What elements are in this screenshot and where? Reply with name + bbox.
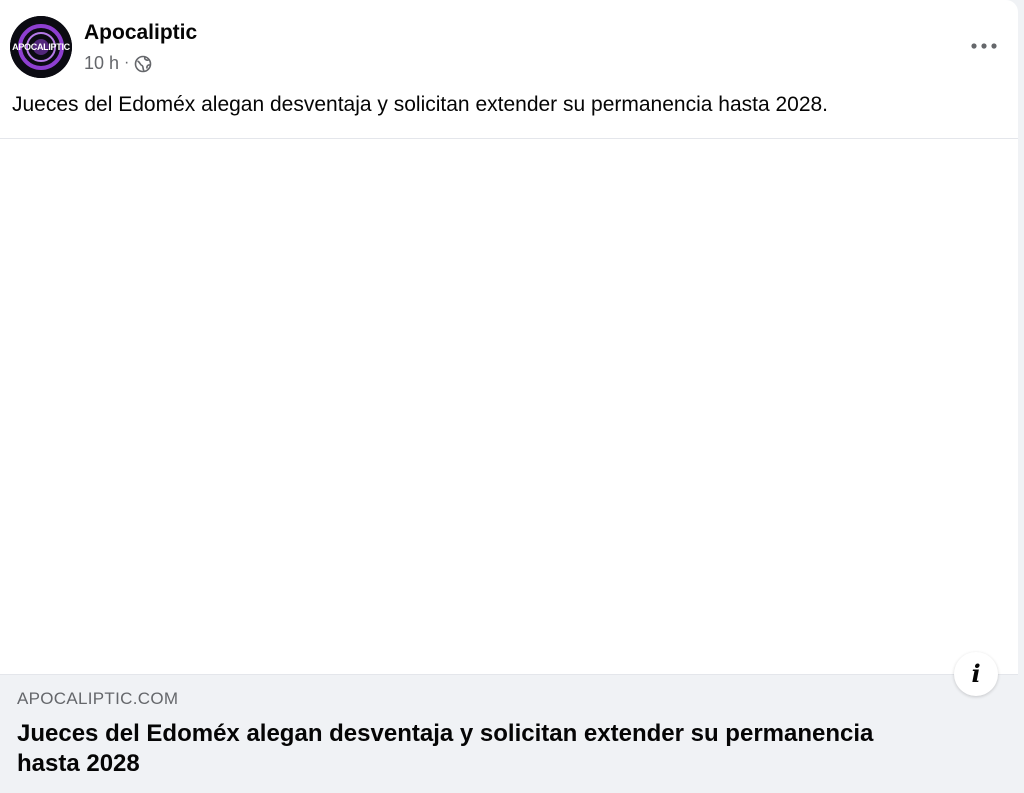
- avatar[interactable]: APOCALIPTIC: [10, 16, 72, 78]
- page-name[interactable]: Apocaliptic: [84, 20, 197, 46]
- post-card: APOCALIPTIC Apocaliptic 10 h · Jueces de…: [0, 0, 1018, 793]
- more-horizontal-icon: [971, 43, 997, 49]
- timestamp[interactable]: 10 h: [84, 52, 119, 74]
- page-background-strip: [1018, 0, 1024, 793]
- info-button[interactable]: i: [954, 652, 998, 696]
- link-preview[interactable]: APOCALIPTIC.COM Jueces del Edoméx alegan…: [0, 139, 1018, 793]
- link-title[interactable]: Jueces del Edoméx alegan desventaja y so…: [17, 719, 937, 779]
- globe-icon[interactable]: [134, 55, 152, 73]
- meta-separator: ·: [124, 54, 130, 71]
- link-preview-image[interactable]: [0, 139, 1018, 674]
- post-text: Jueces del Edoméx alegan desventaja y so…: [12, 93, 829, 116]
- more-options-button[interactable]: [966, 32, 1002, 60]
- post-meta: 10 h ·: [84, 52, 152, 74]
- info-icon: i: [971, 659, 981, 688]
- avatar-logo-text: APOCALIPTIC: [12, 42, 71, 52]
- link-preview-caption[interactable]: APOCALIPTIC.COM Jueces del Edoméx alegan…: [0, 674, 1018, 793]
- link-domain: APOCALIPTIC.COM: [17, 689, 179, 708]
